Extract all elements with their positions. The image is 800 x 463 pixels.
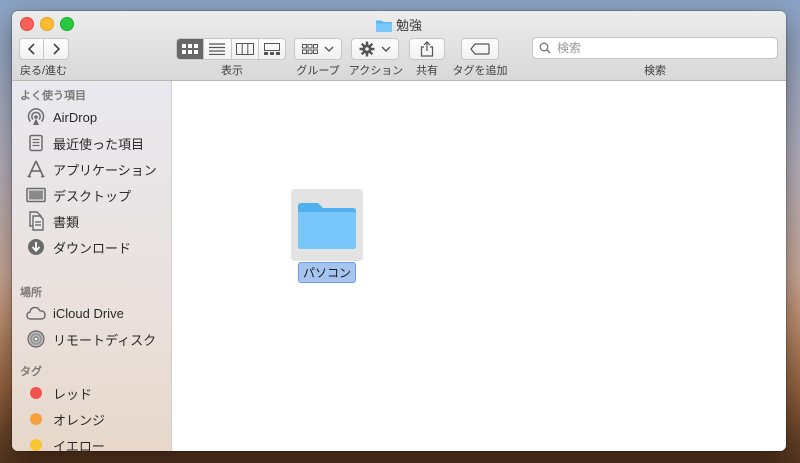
finder-window: 勉強 戻る/進む 表示 グループ アクション 共有 タグを追加 検索 検索 よく… <box>12 11 786 451</box>
sidebar-item-label: 書類 <box>53 214 80 230</box>
share-label: 共有 <box>416 65 438 77</box>
group-button[interactable] <box>294 38 342 60</box>
sidebar-item-tag-red[interactable]: レッド <box>26 382 92 404</box>
chevron-down-icon <box>324 46 334 52</box>
add-tag-button[interactable] <box>461 38 499 60</box>
chevron-right-icon <box>53 43 61 55</box>
action-button[interactable] <box>351 38 399 60</box>
folder-icon <box>298 203 356 249</box>
sidebar-item-desktop[interactable]: デスクトップ <box>26 184 131 206</box>
add-tag-label: タグを追加 <box>452 65 508 77</box>
sidebar: よく使う項目 AirDrop 最近使った項目 アプリケーション デスクトップ 書… <box>12 81 172 451</box>
sidebar-item-icloud-drive[interactable]: iCloud Drive <box>26 302 124 324</box>
folder-name[interactable]: パソコン <box>297 262 356 283</box>
forward-button[interactable] <box>44 38 69 60</box>
group-label: グループ <box>296 65 340 77</box>
sidebar-item-label: レッド <box>53 386 93 402</box>
folder-icon-selection <box>291 189 363 261</box>
group-icon <box>302 44 318 54</box>
sidebar-item-label: AirDrop <box>53 109 98 125</box>
sidebar-item-applications[interactable]: アプリケーション <box>26 158 157 180</box>
gear-icon <box>359 41 375 57</box>
file-browser-content: パソコン <box>172 81 786 451</box>
remote-disc-icon <box>26 329 46 349</box>
sidebar-item-tag-yellow[interactable]: イエロー <box>26 434 105 451</box>
locations-header: 場所 <box>20 287 42 299</box>
chevron-left-icon <box>27 43 35 55</box>
tag-color-dot-icon <box>26 383 46 403</box>
share-button[interactable] <box>409 38 445 60</box>
column-view-button[interactable] <box>230 39 258 59</box>
sidebar-item-remote-disc[interactable]: リモートディスク <box>26 328 156 350</box>
gallery-view-button[interactable] <box>257 39 285 59</box>
tag-color-dot-icon <box>26 435 46 451</box>
applications-icon <box>26 159 46 179</box>
share-icon <box>420 41 434 57</box>
search-label: 検索 <box>644 65 666 77</box>
sidebar-item-label: アプリケーション <box>53 162 157 178</box>
column-view-icon <box>235 43 254 55</box>
sidebar-item-label: iCloud Drive <box>53 305 124 321</box>
window-title: 勉強 <box>12 15 786 34</box>
sidebar-item-label: 最近使った項目 <box>53 136 145 152</box>
sidebar-item-documents[interactable]: 書類 <box>26 210 79 232</box>
downloads-icon <box>26 237 46 257</box>
list-view-icon <box>209 43 226 55</box>
folder-item[interactable]: パソコン <box>290 189 364 283</box>
sidebar-item-tag-orange[interactable]: オレンジ <box>26 408 105 430</box>
icon-view-icon <box>182 44 199 54</box>
icon-view-button[interactable] <box>177 39 204 59</box>
list-view-button[interactable] <box>203 39 230 59</box>
desktop-icon <box>26 185 46 205</box>
back-button[interactable] <box>19 38 44 60</box>
documents-icon <box>26 211 46 231</box>
chevron-down-icon <box>381 46 391 52</box>
action-label: アクション <box>348 65 404 77</box>
favorites-header: よく使う項目 <box>20 90 86 102</box>
airdrop-icon <box>26 107 46 127</box>
search-input[interactable] <box>555 40 759 56</box>
view-mode-control <box>176 38 286 60</box>
sidebar-item-label: デスクトップ <box>53 188 132 204</box>
sidebar-item-recents[interactable]: 最近使った項目 <box>26 132 144 154</box>
back-forward-control <box>19 38 70 60</box>
gallery-view-icon <box>263 43 280 55</box>
tag-color-dot-icon <box>26 409 46 429</box>
recents-icon <box>26 133 46 153</box>
sidebar-item-label: ダウンロード <box>53 240 132 256</box>
sidebar-item-label: リモートディスク <box>53 332 157 348</box>
search-field[interactable] <box>532 37 778 59</box>
sidebar-item-downloads[interactable]: ダウンロード <box>26 236 131 258</box>
sidebar-item-label: オレンジ <box>53 412 106 428</box>
view-label: 表示 <box>221 65 243 77</box>
sidebar-item-airdrop[interactable]: AirDrop <box>26 106 97 128</box>
search-icon <box>539 42 551 54</box>
folder-icon <box>375 20 392 32</box>
titlebar: 勉強 戻る/進む 表示 グループ アクション 共有 タグを追加 検索 検索 <box>12 11 786 81</box>
tags-header: タグ <box>20 366 42 378</box>
tag-icon <box>470 43 490 55</box>
cloud-icon <box>26 303 46 323</box>
window-title-text: 勉強 <box>395 18 422 33</box>
sidebar-item-label: イエロー <box>53 438 105 452</box>
nav-label: 戻る/進む <box>20 65 68 77</box>
